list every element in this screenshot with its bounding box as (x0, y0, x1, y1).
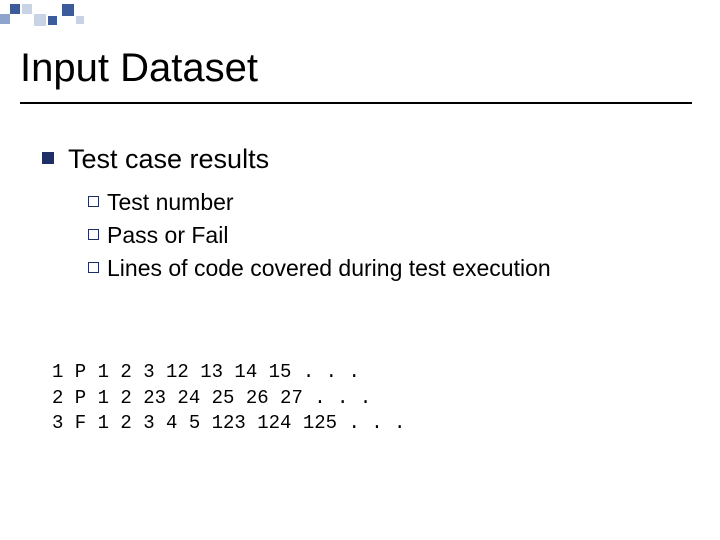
bullet-hollow-square-icon (88, 229, 99, 240)
deco-square (48, 16, 57, 25)
data-row: 3 F 1 2 3 4 5 123 124 125 . . . (52, 412, 405, 434)
list-item-text: Test number (107, 189, 234, 216)
corner-decoration (0, 4, 140, 24)
data-sample: 1 P 1 2 3 12 13 14 15 . . . 2 P 1 2 23 2… (52, 360, 405, 437)
bullet-hollow-square-icon (88, 262, 99, 273)
data-row: 2 P 1 2 23 24 25 26 27 . . . (52, 387, 371, 409)
list-item-text: Test case results (68, 144, 269, 175)
list-item: Test number (88, 189, 690, 216)
data-row: 1 P 1 2 3 12 13 14 15 . . . (52, 361, 360, 383)
list-item: Lines of code covered during test execut… (88, 255, 690, 282)
deco-square (76, 16, 84, 24)
bullet-filled-square-icon (42, 152, 54, 164)
slide-title: Input Dataset (20, 46, 258, 91)
deco-square (10, 4, 20, 14)
list-item-text: Pass or Fail (107, 222, 228, 249)
deco-square (62, 4, 74, 16)
deco-square (0, 14, 10, 24)
sub-list: Test number Pass or Fail Lines of code c… (88, 189, 690, 282)
content-area: Test case results Test number Pass or Fa… (42, 144, 690, 288)
bullet-hollow-square-icon (88, 196, 99, 207)
list-item-text: Lines of code covered during test execut… (107, 255, 551, 282)
deco-square (22, 4, 32, 14)
title-underline (20, 102, 692, 104)
deco-square (34, 14, 46, 26)
list-item: Test case results (42, 144, 690, 175)
list-item: Pass or Fail (88, 222, 690, 249)
